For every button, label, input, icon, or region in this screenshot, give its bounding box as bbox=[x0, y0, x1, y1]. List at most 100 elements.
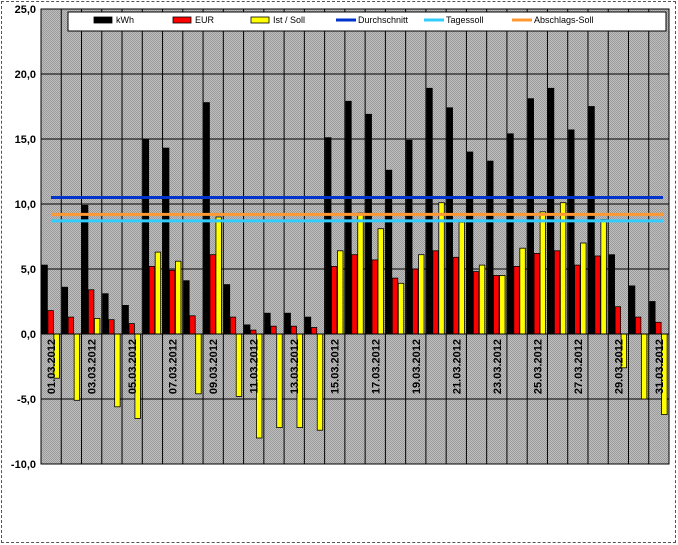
bar-kwh bbox=[325, 137, 332, 335]
legend-swatch bbox=[250, 16, 270, 24]
bar-eur bbox=[614, 306, 622, 335]
y-tick-label: 25,0 bbox=[15, 4, 36, 16]
bar-ist-soll bbox=[600, 219, 607, 335]
bar-kwh bbox=[345, 100, 352, 335]
bar-kwh bbox=[385, 169, 393, 335]
bar-kwh bbox=[487, 160, 494, 335]
x-category-label: 23.03.2012 bbox=[492, 339, 504, 394]
y-tick-label: 10,0 bbox=[15, 199, 36, 211]
bar-eur bbox=[209, 254, 216, 335]
bar-kwh bbox=[304, 316, 312, 335]
bar-ist-soll bbox=[478, 264, 486, 335]
bar-eur bbox=[270, 325, 277, 335]
bar-kwh bbox=[244, 324, 251, 335]
bar-eur bbox=[412, 268, 419, 335]
bar-ist-soll bbox=[114, 333, 121, 408]
bar-eur bbox=[553, 250, 561, 335]
bar-ist-soll bbox=[276, 333, 283, 428]
bar-eur bbox=[472, 271, 480, 335]
bar-ist-soll bbox=[235, 333, 243, 397]
bar-eur bbox=[452, 256, 459, 335]
bar-eur bbox=[493, 275, 500, 335]
bar-kwh bbox=[649, 301, 656, 335]
bar-eur bbox=[47, 310, 54, 335]
x-category-label: 09.03.2012 bbox=[208, 339, 220, 394]
x-category-label: 15.03.2012 bbox=[330, 339, 342, 394]
y-tick-label: 20,0 bbox=[15, 69, 36, 81]
bar-eur bbox=[67, 316, 75, 335]
bar-eur bbox=[148, 265, 156, 335]
bar-ist-soll bbox=[73, 333, 81, 401]
x-category-label: 07.03.2012 bbox=[168, 339, 180, 394]
bar-kwh bbox=[102, 293, 109, 335]
bar-kwh bbox=[608, 254, 616, 335]
bar-ist-soll bbox=[397, 282, 405, 335]
y-tick-label: 5,0 bbox=[21, 264, 36, 276]
bar-ist-soll bbox=[316, 333, 324, 431]
bar-eur bbox=[169, 269, 176, 335]
bar-eur bbox=[290, 325, 297, 335]
bar-kwh bbox=[365, 113, 372, 335]
x-category-label: 03.03.2012 bbox=[87, 339, 99, 394]
bar-ist-soll bbox=[458, 221, 465, 335]
legend-label: Abschlags-Soll bbox=[534, 15, 594, 25]
x-category-label: 27.03.2012 bbox=[573, 339, 585, 394]
bar-eur bbox=[371, 259, 378, 335]
bar-kwh bbox=[547, 87, 555, 335]
x-category-label: 21.03.2012 bbox=[451, 339, 463, 394]
legend-label: Tagessoll bbox=[446, 15, 484, 25]
bar-eur bbox=[229, 316, 237, 335]
bar-eur bbox=[128, 323, 135, 335]
bar-ist-soll bbox=[418, 254, 425, 335]
x-category-label: 31.03.2012 bbox=[654, 339, 666, 394]
bar-kwh bbox=[203, 102, 210, 335]
bar-ist-soll bbox=[154, 251, 162, 335]
x-category-label: 11.03.2012 bbox=[249, 339, 261, 393]
bar-eur bbox=[533, 252, 540, 335]
x-category-label: 19.03.2012 bbox=[411, 339, 423, 394]
legend-label: Durchschnitt bbox=[358, 15, 409, 25]
bar-kwh bbox=[61, 286, 69, 335]
bar-kwh bbox=[41, 264, 48, 335]
bar-ist-soll bbox=[519, 247, 526, 335]
bar-eur bbox=[87, 289, 95, 335]
bar-kwh bbox=[568, 129, 575, 335]
bar-ist-soll bbox=[640, 333, 648, 400]
bar-kwh bbox=[183, 280, 190, 335]
bar-eur bbox=[250, 329, 257, 335]
x-category-label: 17.03.2012 bbox=[370, 339, 382, 394]
y-tick-label: 15,0 bbox=[15, 134, 36, 146]
bar-ist-soll bbox=[377, 228, 384, 335]
bar-ist-soll bbox=[195, 333, 202, 395]
x-category-label: 29.03.2012 bbox=[613, 339, 625, 394]
bar-eur bbox=[574, 264, 581, 335]
bar-ist-soll bbox=[337, 250, 344, 335]
y-tick-label: -5,0 bbox=[17, 394, 36, 406]
y-tick-label: -10,0 bbox=[11, 459, 36, 471]
bar-kwh bbox=[142, 138, 150, 335]
bar-ist-soll bbox=[93, 317, 101, 335]
x-category-label: 25.03.2012 bbox=[532, 339, 544, 394]
bar-kwh bbox=[163, 147, 170, 335]
bar-kwh bbox=[426, 87, 433, 335]
bar-kwh bbox=[81, 204, 89, 335]
bar-ist-soll bbox=[357, 212, 364, 335]
bar-ist-soll bbox=[580, 242, 587, 335]
y-tick-label: 0,0 bbox=[21, 329, 36, 341]
bar-ist-soll bbox=[215, 216, 222, 335]
bar-eur bbox=[331, 265, 338, 335]
bar-eur bbox=[108, 319, 115, 335]
legend-label: kWh bbox=[116, 15, 134, 25]
bar-eur bbox=[432, 250, 439, 335]
x-category-label: 01.03.2012 bbox=[46, 339, 58, 394]
bar-eur bbox=[655, 321, 662, 335]
bar-ist-soll bbox=[175, 260, 182, 335]
bar-kwh bbox=[406, 139, 413, 335]
bar-kwh bbox=[264, 312, 271, 335]
bar-eur bbox=[391, 277, 399, 335]
bar-eur bbox=[594, 255, 601, 335]
bar-eur bbox=[310, 327, 318, 335]
chart: -10,0 -5,0 0,0 5,0 10,0 15,0 20,0 25,0 01.03.20… bbox=[11, 4, 670, 471]
bar-kwh bbox=[628, 285, 636, 335]
x-category-label: 05.03.2012 bbox=[127, 339, 139, 394]
